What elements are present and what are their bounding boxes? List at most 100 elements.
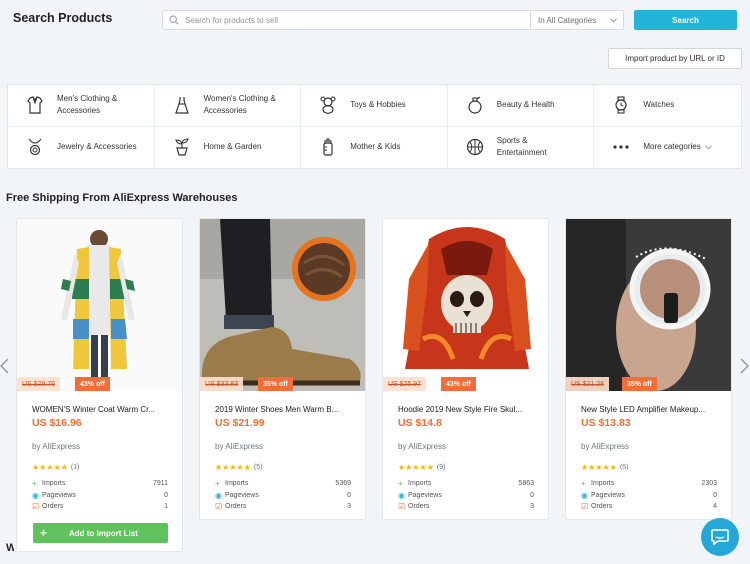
product-name[interactable]: Hoodie 2019 New Style Fire Skul... <box>398 405 533 414</box>
rating-count: (9) <box>436 464 446 471</box>
pageviews-count: 0 <box>164 491 168 499</box>
category-label: Sports & Entertainment <box>496 136 547 158</box>
discount-badge: 43% off <box>75 377 110 391</box>
category-label: More categories <box>643 142 701 152</box>
stat-label: Pageviews <box>225 491 259 499</box>
section-title: Free Shipping From AliExpress Warehouses <box>6 192 238 204</box>
star-rating: ★★★★★ <box>215 463 251 472</box>
search-icon <box>163 11 185 29</box>
rating-count: (5) <box>253 464 263 471</box>
category-sports[interactable]: Sports & Entertainment <box>448 126 595 168</box>
stat-label: Orders <box>591 503 613 511</box>
plus-icon: + <box>398 479 403 489</box>
discount-badge: 35% off <box>622 377 657 391</box>
teddy-bear-icon <box>320 96 336 115</box>
stat-label: Pageviews <box>591 491 625 499</box>
dress-icon <box>174 97 189 114</box>
category-home-garden[interactable]: Home & Garden <box>155 126 302 168</box>
orders-count: 3 <box>347 503 351 511</box>
chat-icon <box>711 529 729 546</box>
category-watches[interactable]: Watches <box>594 85 741 127</box>
category-womens-clothing[interactable]: Women's Clothing & Accessories <box>154 85 302 127</box>
product-name[interactable]: WOMEN'S Winter Coat Warm Cr... <box>32 405 167 414</box>
watch-icon <box>615 96 627 114</box>
product-stats: + Imports 5863 ◉ Pageviews 0 ☑ Orders 3 <box>398 478 534 513</box>
old-price: US $25.97 <box>383 377 427 391</box>
product-image[interactable]: US $29.76 43% off <box>17 219 182 391</box>
product-card[interactable]: US $25.97 43% off Hoodie 2019 New Style … <box>382 218 549 520</box>
category-more[interactable]: More categories <box>594 127 741 169</box>
rating: ★★★★★ (9) <box>398 463 548 472</box>
product-price: US $16.96 <box>32 417 82 429</box>
rating: ★★★★★ (5) <box>215 463 365 472</box>
product-name[interactable]: New Style LED Amplifier Makeup... <box>581 405 716 414</box>
search-button[interactable]: Search <box>634 10 737 30</box>
category-label: Men's Clothing & Accessories <box>57 94 118 116</box>
plant-pot-icon <box>174 138 189 156</box>
star-rating: ★★★★★ <box>398 463 434 472</box>
add-to-import-list-button[interactable]: + Add to Import List <box>33 523 168 543</box>
category-mens-clothing[interactable]: Men's Clothing & Accessories <box>8 85 155 127</box>
orders-count: 3 <box>530 503 534 511</box>
category-grid: Men's Clothing & Accessories Women's Clo… <box>7 84 742 169</box>
category-label: Toys & Hobbies <box>350 100 406 110</box>
rating: ★★★★★ (5) <box>581 463 731 472</box>
category-select[interactable]: In All Categories <box>530 11 623 29</box>
necklace-icon <box>28 138 42 156</box>
old-price: US $21.28 <box>566 377 610 391</box>
pageviews-count: 0 <box>530 491 534 499</box>
next-section-title: W <box>6 542 14 554</box>
stat-label: Pageviews <box>42 491 76 499</box>
perfume-icon <box>468 96 482 114</box>
category-label: Beauty & Health <box>496 100 555 110</box>
product-image[interactable]: US $25.97 43% off <box>383 219 548 391</box>
eye-icon: ◉ <box>32 490 39 500</box>
orders-icon: ☑ <box>581 502 589 512</box>
product-image[interactable]: US $21.28 35% off <box>566 219 731 391</box>
category-beauty-health[interactable]: Beauty & Health <box>447 85 595 127</box>
discount-badge: 43% off <box>441 377 476 391</box>
imports-count: 5369 <box>335 480 351 488</box>
seller: by AliExpress <box>581 442 630 451</box>
rating-count: (1) <box>70 464 80 471</box>
import-by-url-button[interactable]: Import product by URL or ID <box>608 48 742 69</box>
stat-label: Orders <box>408 503 430 511</box>
product-card[interactable]: US $21.28 35% off New Style LED Amplifie… <box>565 218 732 520</box>
category-mother-kids[interactable]: Mother & Kids <box>301 126 448 168</box>
plus-icon: + <box>40 526 48 540</box>
search-input[interactable] <box>185 15 530 25</box>
shirt-icon <box>27 96 43 114</box>
eye-icon: ◉ <box>398 490 405 500</box>
more-dots-icon <box>613 145 629 149</box>
carousel-next-button[interactable] <box>740 358 749 378</box>
carousel-prev-button[interactable] <box>0 358 9 378</box>
category-toys-hobbies[interactable]: Toys & Hobbies <box>301 85 448 127</box>
discount-badge: 35% off <box>258 377 293 391</box>
chat-button[interactable] <box>701 518 739 556</box>
pageviews-count: 0 <box>713 491 717 499</box>
add-button-label: Add to Import List <box>69 528 138 538</box>
category-jewelry[interactable]: Jewelry & Accessories <box>8 126 155 168</box>
stat-label: Orders <box>42 503 64 511</box>
orders-icon: ☑ <box>398 502 406 512</box>
product-card[interactable]: US $29.76 43% off WOMEN'S Winter Coat Wa… <box>16 218 183 552</box>
product-price: US $13.83 <box>581 417 631 429</box>
page-title: Search Products <box>13 11 113 25</box>
category-label: Mother & Kids <box>350 142 401 152</box>
basketball-icon <box>466 139 483 156</box>
seller: by AliExpress <box>398 442 447 451</box>
orders-count: 4 <box>713 503 717 511</box>
old-price: US $33.83 <box>200 377 244 391</box>
product-card[interactable]: US $33.83 35% off 2019 Winter Shoes Men … <box>199 218 366 520</box>
product-name[interactable]: 2019 Winter Shoes Men Warm B... <box>215 405 350 414</box>
imports-count: 5863 <box>518 480 534 488</box>
plus-icon: + <box>581 479 586 489</box>
old-price: US $29.76 <box>17 377 61 391</box>
stat-label: Pageviews <box>408 491 442 499</box>
product-image[interactable]: US $33.83 35% off <box>200 219 365 391</box>
chevron-left-icon <box>0 358 9 374</box>
orders-icon: ☑ <box>32 502 40 512</box>
stat-label: Orders <box>225 503 247 511</box>
chevron-right-icon <box>740 358 749 374</box>
imports-count: 2303 <box>701 480 717 488</box>
